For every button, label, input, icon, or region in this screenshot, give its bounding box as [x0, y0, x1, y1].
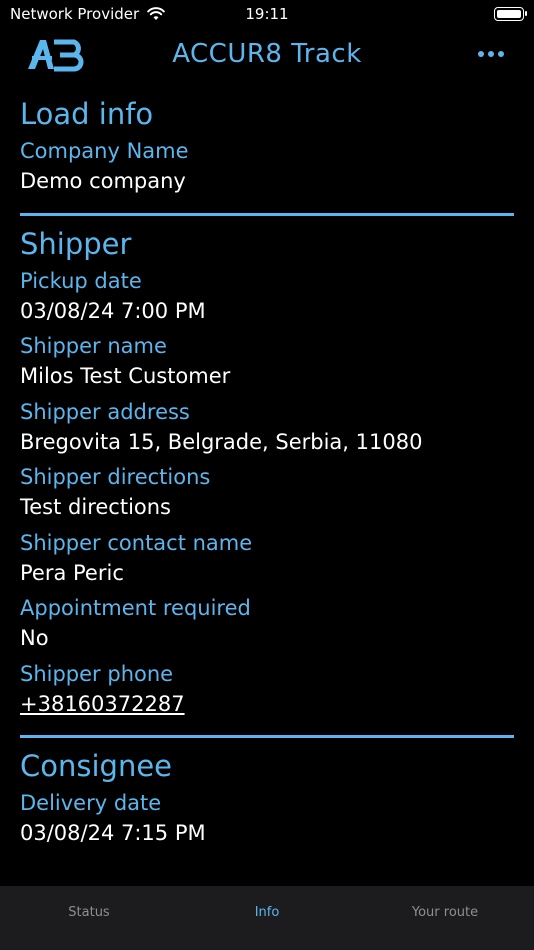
- delivery-date-label: Delivery date: [20, 791, 162, 816]
- tab-your-route[interactable]: Your route: [356, 886, 534, 920]
- accur8-logo: [28, 39, 84, 72]
- shipper-directions-label: Shipper directions: [20, 465, 211, 490]
- appointment-required-value: No: [20, 626, 49, 651]
- battery-fill: [497, 10, 521, 18]
- more-menu-button[interactable]: [474, 38, 508, 70]
- shipper-name-label: Shipper name: [20, 334, 167, 359]
- tab-info[interactable]: Info: [178, 886, 356, 920]
- section-divider: [20, 735, 514, 739]
- delivery-date-value: 03/08/24 7:15 PM: [20, 821, 206, 846]
- more-icon-dot: [478, 51, 484, 57]
- app-title: ACCUR8 Track: [172, 39, 362, 69]
- nav-bar: ACCUR8 Track: [0, 28, 534, 80]
- shipper-contact-label: Shipper contact name: [20, 530, 253, 555]
- shipper-name-value: Milos Test Customer: [20, 364, 231, 389]
- company-name-value: Demo company: [20, 169, 186, 194]
- more-icon-dot: [488, 51, 494, 57]
- consignee-title: Consignee: [20, 749, 173, 784]
- appointment-required-label: Appointment required: [20, 596, 251, 621]
- battery-icon: [494, 7, 527, 21]
- shipper-address-label: Shipper address: [20, 399, 190, 424]
- shipper-directions-value: Test directions: [20, 495, 171, 520]
- status-left: Network Provider: [10, 5, 165, 23]
- load-info-title: Load info: [20, 97, 154, 131]
- pickup-date-label: Pickup date: [20, 268, 142, 293]
- shipper-title: Shipper: [20, 226, 132, 261]
- status-bar: Network Provider 19:11: [0, 0, 534, 28]
- shipper-address-value: Bregovita 15, Belgrade, Serbia, 11080: [20, 429, 423, 454]
- info-content[interactable]: Load info Company Name Demo company Ship…: [0, 86, 534, 886]
- more-icon-dot: [498, 51, 504, 57]
- screen: Network Provider 19:11 ACCUR8 Track Load…: [0, 0, 534, 950]
- carrier-label: Network Provider: [10, 5, 140, 23]
- company-name-label: Company Name: [20, 139, 189, 163]
- shipper-phone-link[interactable]: +38160372287: [20, 690, 514, 719]
- pickup-date-value: 03/08/24 7:00 PM: [20, 298, 206, 323]
- section-divider: [20, 212, 514, 216]
- shipper-phone-label: Shipper phone: [20, 661, 174, 686]
- tab-status[interactable]: Status: [0, 886, 178, 920]
- wifi-icon: [147, 7, 165, 20]
- shipper-contact-value: Pera Peric: [20, 560, 124, 585]
- tab-bar: Status Info Your route: [0, 886, 534, 950]
